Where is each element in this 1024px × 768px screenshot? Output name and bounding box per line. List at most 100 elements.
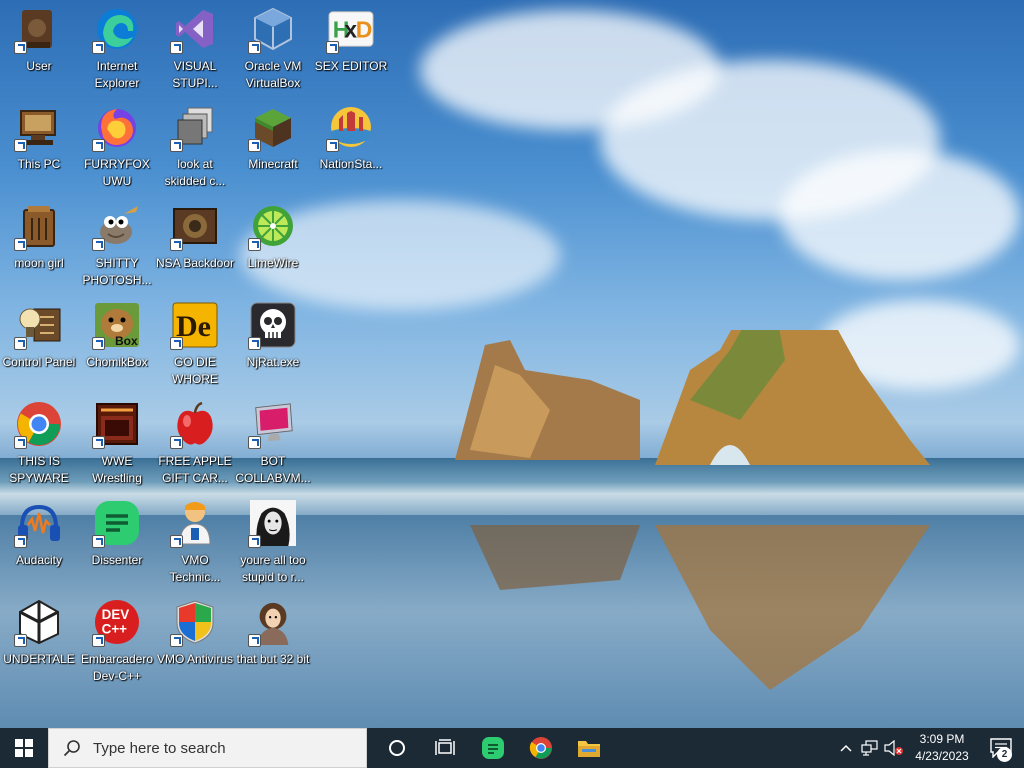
- taskbar-file-explorer-button[interactable]: [565, 728, 613, 768]
- chevron-up-icon: [840, 744, 852, 752]
- desktop-icon-label: GO DIE WHORE: [172, 355, 218, 386]
- shortcut-arrow-icon: [92, 238, 105, 251]
- nationstates-icon: [326, 104, 374, 152]
- shortcut-arrow-icon: [248, 238, 261, 251]
- desktop-icon-portrait[interactable]: youre all too stupid to r...: [234, 496, 312, 588]
- volume-muted-icon: [884, 740, 903, 756]
- system-tray: 3:09 PM 4/23/2023 2: [834, 728, 1024, 768]
- desktop-icon-label: FURRYFOX UWU: [84, 157, 150, 188]
- desktop-icon-recycle-bin[interactable]: moon girl: [0, 199, 78, 291]
- desktop-icon-limewire[interactable]: LimeWire: [234, 199, 312, 291]
- shortcut-arrow-icon: [14, 535, 27, 548]
- desktop-icon-wrestling[interactable]: WWE Wrestling: [78, 397, 156, 489]
- desktop-icon-label: BOT COLLABVM...: [235, 454, 311, 485]
- desktop-icon-audacity[interactable]: Audacity: [0, 496, 78, 588]
- skull-icon: [248, 302, 296, 350]
- svg-text:Box: Box: [115, 334, 138, 348]
- portrait-woman-icon: [248, 599, 296, 647]
- svg-text:C++: C++: [102, 622, 128, 637]
- desktop-icon-this-pc[interactable]: This PC: [0, 100, 78, 192]
- desktop-icon-label: FREE APPLE GIFT CAR...: [158, 454, 232, 485]
- cortana-button[interactable]: [373, 728, 421, 768]
- portrait-icon: [248, 500, 296, 548]
- desktop-icon-label: Control Panel: [2, 355, 76, 369]
- desktop-icon-label: WWE Wrestling: [92, 454, 142, 485]
- desktop-icon-virtualbox[interactable]: Oracle VM VirtualBox: [234, 2, 312, 94]
- desktop-icon-apple[interactable]: FREE APPLE GIFT CAR...: [156, 397, 234, 489]
- technician-icon: [170, 500, 218, 548]
- shortcut-arrow-icon: [92, 41, 105, 54]
- svg-text:D: D: [356, 17, 373, 43]
- shortcut-arrow-icon: [92, 436, 105, 449]
- notification-count-badge: 2: [997, 747, 1012, 762]
- apple-icon: [170, 401, 218, 449]
- shortcut-arrow-icon: [248, 535, 261, 548]
- desktop-icon-nationstates[interactable]: NationSta...: [312, 100, 390, 192]
- desktop-icon-hxd[interactable]: Hx D SEX EDITOR: [312, 2, 390, 94]
- taskbar-chrome-button[interactable]: [517, 728, 565, 768]
- desktop-icon-unity[interactable]: UNDERTALE: [0, 595, 78, 687]
- shortcut-arrow-icon: [248, 139, 261, 152]
- stack-windows-icon: [170, 104, 218, 152]
- desktop-icon-de[interactable]: De GO DIE WHORE: [156, 298, 234, 390]
- network-button[interactable]: [858, 728, 882, 768]
- firefox-icon: [92, 104, 140, 152]
- desktop-icon-stack-windows[interactable]: look at skidded c...: [156, 100, 234, 192]
- shortcut-arrow-icon: [170, 41, 183, 54]
- taskbar-search-box[interactable]: Type here to search: [48, 728, 367, 768]
- desktop-icon-technician[interactable]: VMO Technic...: [156, 496, 234, 588]
- desktop-icon-skull[interactable]: NjRat.exe: [234, 298, 312, 390]
- show-hidden-icons-button[interactable]: [834, 728, 858, 768]
- desktop-icon-user-folder[interactable]: User: [0, 2, 78, 94]
- shortcut-arrow-icon: [248, 436, 261, 449]
- search-placeholder: Type here to search: [93, 739, 226, 757]
- desktop-icon-label: VMO Antivirus: [156, 652, 234, 666]
- folder-icon: [578, 741, 600, 757]
- control-panel-icon: [14, 302, 62, 350]
- audacity-icon: [14, 500, 62, 548]
- action-center-button[interactable]: 2: [978, 728, 1024, 768]
- desktop-icon-minecraft[interactable]: Minecraft: [234, 100, 312, 192]
- desktop-icon-label: Embarcadero Dev-C++: [80, 652, 154, 683]
- svg-text:DEV: DEV: [102, 607, 130, 622]
- shortcut-arrow-icon: [92, 139, 105, 152]
- shortcut-arrow-icon: [14, 337, 27, 350]
- this-pc-icon: [14, 104, 62, 152]
- minecraft-icon: [248, 104, 296, 152]
- volume-button[interactable]: [882, 728, 906, 768]
- desktop-icon-chomikbox[interactable]: Box ChomikBox: [78, 298, 156, 390]
- shortcut-arrow-icon: [170, 535, 183, 548]
- recycle-bin-icon: [14, 203, 62, 251]
- desktop-icon-label: Dissenter: [91, 553, 143, 567]
- taskbar-dissenter-button[interactable]: [469, 728, 517, 768]
- desktop-icon-label: moon girl: [14, 256, 64, 270]
- task-view-button[interactable]: [421, 728, 469, 768]
- shortcut-arrow-icon: [14, 238, 27, 251]
- desktop-icon-dissenter[interactable]: Dissenter: [78, 496, 156, 588]
- monitor-icon: [248, 401, 296, 449]
- desktop-icon-label: VMO Technic...: [169, 553, 221, 584]
- desktop-icon-nsa-folder[interactable]: NSA Backdoor: [156, 199, 234, 291]
- desktop-icon-portrait-woman[interactable]: that but 32 bit: [234, 595, 312, 687]
- desktop-icon-visual-studio[interactable]: VISUAL STUPI...: [156, 2, 234, 94]
- shortcut-arrow-icon: [326, 41, 339, 54]
- shortcut-arrow-icon: [14, 41, 27, 54]
- desktop-icon-shield[interactable]: VMO Antivirus: [156, 595, 234, 687]
- wrestling-icon: [92, 401, 140, 449]
- chrome-icon: [529, 737, 552, 759]
- desktop-icon-chrome[interactable]: THIS IS SPYWARE: [0, 397, 78, 489]
- shortcut-arrow-icon: [170, 139, 183, 152]
- desktop-icon-label: SEX EDITOR: [314, 59, 388, 73]
- taskbar-clock[interactable]: 3:09 PM 4/23/2023: [906, 731, 978, 765]
- start-button[interactable]: [0, 728, 48, 768]
- desktop-icon-control-panel[interactable]: Control Panel: [0, 298, 78, 390]
- desktop-icon-monitor[interactable]: BOT COLLABVM...: [234, 397, 312, 489]
- desktop-icon-label: This PC: [17, 157, 61, 171]
- desktop-icon-firefox[interactable]: FURRYFOX UWU: [78, 100, 156, 192]
- shortcut-arrow-icon: [248, 41, 261, 54]
- shield-icon: [170, 599, 218, 647]
- dissenter-icon: [482, 737, 504, 759]
- desktop-icon-gimp[interactable]: SHITTY PHOTOSH...: [78, 199, 156, 291]
- desktop-icon-edge[interactable]: Internet Explorer: [78, 2, 156, 94]
- desktop-icon-devcpp[interactable]: DEV C++ Embarcadero Dev-C++: [78, 595, 156, 687]
